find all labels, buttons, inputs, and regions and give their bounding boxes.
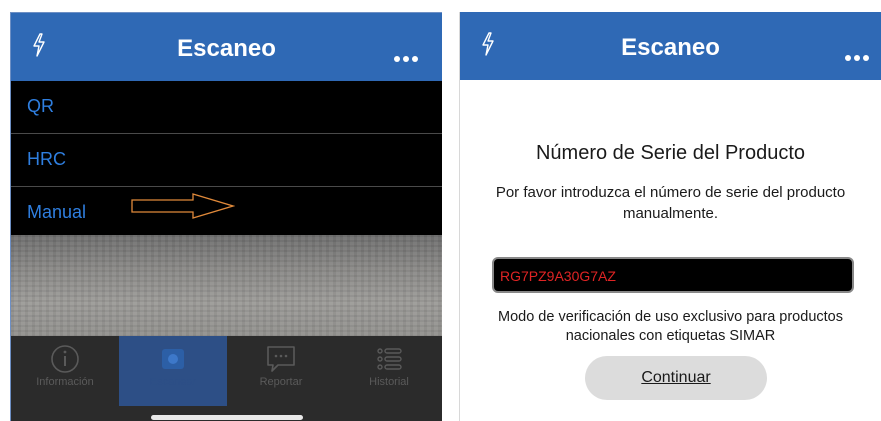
header-title: Escaneo [621,34,720,61]
left-screen: Escaneo QR HRC Manual Información Escane… [10,12,442,421]
header-title: Escaneo [177,35,276,62]
home-indicator [151,415,303,420]
menu-item-label: QR [27,96,54,116]
page-title: Número de Serie del Producto [535,142,806,164]
tab-informacion[interactable]: Información [11,336,119,406]
tab-label: Historial [369,376,409,388]
tab-label: Reportar [259,376,303,388]
tab-bar: Información Escanear Reportar Historial [11,336,442,421]
tab-label: Escanear [149,376,197,388]
list-icon [377,348,402,370]
tab-reportar[interactable]: Reportar [227,336,335,406]
tab-escanear[interactable]: Escanear [119,336,227,406]
header-bar: Escaneo [11,13,442,81]
chat-icon [267,346,295,372]
more-options-icon[interactable] [845,48,873,61]
menu-item-hrc[interactable]: HRC [11,134,442,187]
menu-item-qr[interactable]: QR [11,81,442,134]
header-bar: Escaneo [460,12,881,80]
verification-note: Modo de verificación de uso exclusivo pa… [498,309,843,344]
more-options-icon[interactable] [394,49,422,62]
info-icon [51,345,79,373]
continue-button[interactable]: Continuar [585,356,767,400]
instruction-text: Por favor introduzca el número de serie … [495,184,846,222]
arrow-annotation-icon [131,193,235,219]
tab-label: Información [36,376,94,388]
scan-icon [162,349,184,369]
menu-item-label: Manual [27,202,87,222]
camera-preview [11,235,442,347]
serial-number-input[interactable]: RG7PZ9A30G7AZ [492,257,854,293]
menu-item-label: HRC [27,149,66,169]
tab-historial[interactable]: Historial [335,336,442,406]
right-screen: Escaneo Número de Serie del Producto Por… [459,12,881,421]
